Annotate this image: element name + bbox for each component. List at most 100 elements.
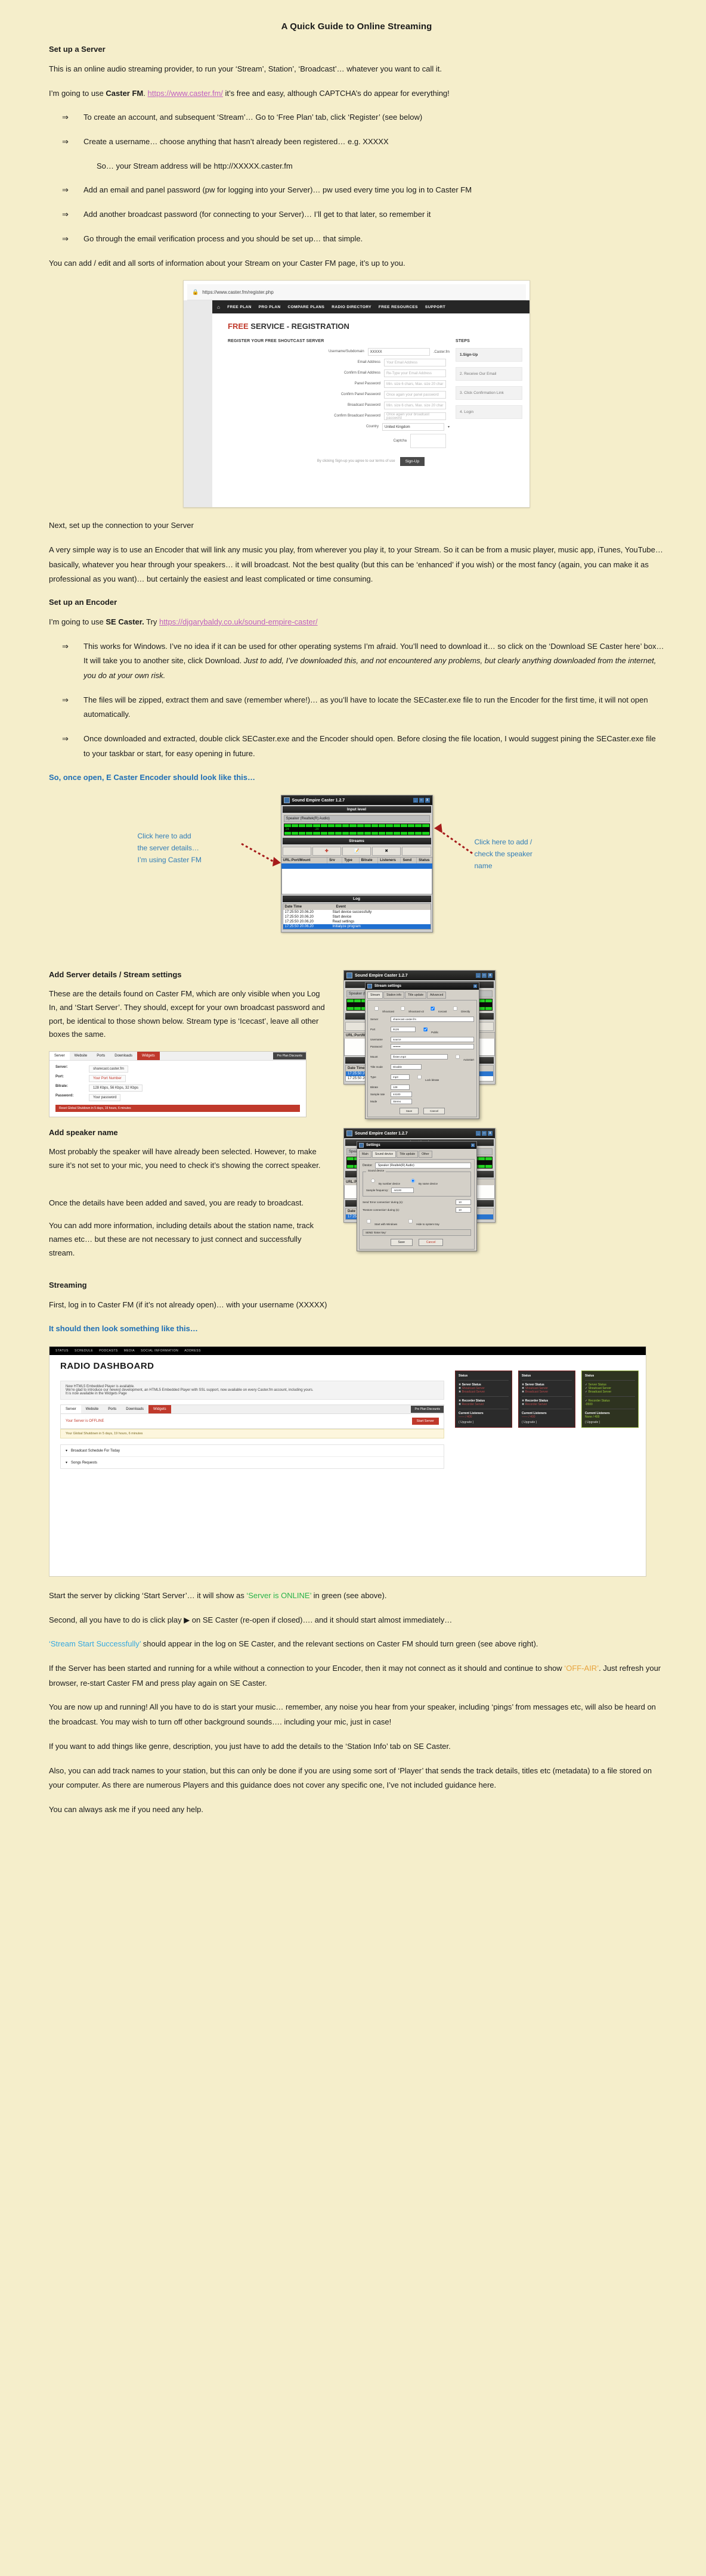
- tab-downloads[interactable]: Downloads: [121, 1405, 148, 1413]
- checkbox-lock-bitrate[interactable]: Lock bitrate: [413, 1071, 439, 1083]
- radio-by-number-input[interactable]: [371, 1179, 375, 1183]
- delete-stream-button[interactable]: ✖: [372, 847, 401, 856]
- type-select[interactable]: mp3: [391, 1074, 410, 1080]
- stream-type-checkboxes[interactable]: Shoutcast Shoutcast v2 Icecast Directly: [370, 1003, 474, 1014]
- dialog-buttons[interactable]: Save Cancel: [363, 1239, 471, 1247]
- tab-widgets[interactable]: Widgets: [137, 1052, 160, 1061]
- start-server-button[interactable]: Start Server: [411, 1418, 439, 1425]
- close-icon[interactable]: X: [488, 973, 493, 978]
- edit-stream-button[interactable]: 📝: [342, 847, 371, 856]
- card-upgrade-link[interactable]: ( Upgrade ): [522, 1421, 572, 1424]
- radio-by-number[interactable]: By number device: [366, 1175, 400, 1185]
- topnav-social-information[interactable]: SOCIAL INFORMATION: [141, 1349, 178, 1353]
- radio-by-name[interactable]: By name device: [406, 1175, 438, 1185]
- tab-title-update[interactable]: Title update: [405, 992, 427, 999]
- minimize-icon[interactable]: _: [476, 973, 481, 978]
- tab-server[interactable]: Server: [49, 1052, 70, 1061]
- casterfm-link[interactable]: https://www.caster.fm/: [147, 89, 222, 98]
- topnav-address[interactable]: ADDRESS: [184, 1349, 201, 1353]
- confirm-broadcast-password-input[interactable]: Once again your broadcast password: [384, 412, 446, 421]
- confirm-email-input[interactable]: Re-Type your Email Address: [384, 369, 446, 378]
- expander-broadcast-schedule[interactable]: ▾ Broadcast Schedule For Today: [61, 1445, 444, 1457]
- expander-songs-requests[interactable]: ▾ Songs Requests: [61, 1457, 444, 1468]
- add-stream-button[interactable]: ✚: [312, 847, 341, 856]
- bitrate-select[interactable]: 128: [391, 1085, 410, 1090]
- card-upgrade-link[interactable]: ( Upgrade ): [585, 1421, 635, 1424]
- log-row[interactable]: 17:25:50 20.06.20 Initialyze program: [283, 924, 431, 930]
- close-icon[interactable]: X: [425, 798, 430, 803]
- streams-selected-row[interactable]: [281, 863, 432, 869]
- dashboard-topnav[interactable]: STATUS SCHEDULE PODCASTS MEDIA SOCIAL IN…: [49, 1347, 646, 1355]
- tab-website[interactable]: Website: [81, 1405, 104, 1413]
- window-buttons[interactable]: _ □ X: [413, 798, 430, 803]
- tab-ports[interactable]: Ports: [92, 1052, 110, 1060]
- checkbox-directly-input[interactable]: [453, 1006, 458, 1011]
- tab-downloads[interactable]: Downloads: [110, 1052, 137, 1060]
- checkbox-public-input[interactable]: [423, 1027, 428, 1031]
- checkbox-start-with-windows[interactable]: Start with Windows: [363, 1216, 397, 1227]
- tab-stream[interactable]: Stream: [367, 992, 383, 999]
- checkbox-shoutcast-v2[interactable]: Shoutcast v2: [397, 1003, 424, 1014]
- device-display[interactable]: Speaker (Realtek(R) Audio): [283, 815, 430, 823]
- nav-free-plan[interactable]: FREE PLAN: [227, 305, 251, 309]
- home-icon[interactable]: ⌂: [217, 304, 220, 310]
- cancel-button[interactable]: Cancel: [423, 1108, 445, 1115]
- mode-select[interactable]: Stereo: [391, 1099, 412, 1105]
- pro-plan-discounts-button[interactable]: Pro Plan Discounts: [273, 1052, 306, 1060]
- save-button[interactable]: Save: [399, 1108, 419, 1115]
- se-caster-window[interactable]: Sound Empire Caster 1.2.7 _ □ X Input le…: [280, 795, 433, 933]
- nav-radio-directory[interactable]: RADIO DIRECTORY: [332, 305, 371, 309]
- username-input[interactable]: source: [391, 1037, 474, 1043]
- startup-options[interactable]: Start with Windows Hide to system tray: [363, 1216, 471, 1227]
- checkbox-start-with-windows-input[interactable]: [367, 1219, 371, 1223]
- checkbox-directly[interactable]: Directly: [449, 1003, 470, 1014]
- dialog-window-buttons[interactable]: X: [473, 984, 477, 989]
- maximize-icon[interactable]: □: [482, 973, 487, 978]
- save-button[interactable]: Save: [390, 1239, 413, 1247]
- tab-advanced[interactable]: Advanced: [427, 992, 447, 999]
- send-enter-key-row[interactable]: SEND 'Enter key': [363, 1229, 471, 1236]
- card-upgrade-link[interactable]: ( Upgrade ): [459, 1421, 509, 1424]
- dashboard-tabs[interactable]: Server Website Ports Downloads Widgets P…: [60, 1404, 444, 1414]
- site-nav[interactable]: ⌂ FREE PLAN PRO PLAN COMPARE PLANS RADIO…: [212, 300, 530, 314]
- radio-by-name-input[interactable]: [411, 1179, 415, 1183]
- checkbox-autostart-input[interactable]: [456, 1055, 460, 1059]
- minimize-icon[interactable]: _: [413, 798, 418, 803]
- dialog-tabs[interactable]: Stream Station info Title update Advance…: [366, 990, 479, 999]
- topnav-status[interactable]: STATUS: [55, 1349, 69, 1353]
- tab-ports[interactable]: Ports: [103, 1405, 121, 1413]
- mount-input[interactable]: /listen.mp3: [391, 1054, 448, 1060]
- send-error-input[interactable]: 10: [456, 1200, 471, 1205]
- panel-password-input[interactable]: Min. size 6 chars, Max. size 20 char: [384, 380, 446, 389]
- confirm-panel-password-input[interactable]: Once again your panel password: [384, 391, 446, 399]
- se-caster-link[interactable]: https://djgarybaldy.co.uk/sound-empire-c…: [159, 617, 318, 626]
- close-icon[interactable]: X: [471, 1143, 475, 1148]
- tab-main[interactable]: Main: [359, 1151, 371, 1158]
- tab-widgets[interactable]: Widgets: [148, 1405, 171, 1413]
- dialog-buttons[interactable]: Save Cancel: [370, 1108, 474, 1115]
- tab-station-info[interactable]: Station info: [383, 992, 405, 999]
- topnav-schedule[interactable]: SCHEDULE: [75, 1349, 93, 1353]
- topnav-podcasts[interactable]: PODCASTS: [99, 1349, 118, 1353]
- server-input[interactable]: sharecast.caster.fm: [391, 1017, 474, 1023]
- maximize-icon[interactable]: □: [482, 1131, 487, 1136]
- close-icon[interactable]: X: [473, 984, 477, 989]
- nav-free-resources[interactable]: FREE RESOURCES: [379, 305, 418, 309]
- checkbox-autostart[interactable]: Autostart: [451, 1051, 474, 1062]
- checkbox-shoutcast-v2-input[interactable]: [401, 1006, 405, 1011]
- captcha-widget[interactable]: [410, 434, 446, 449]
- signup-button[interactable]: Sign-Up: [400, 457, 425, 467]
- checkbox-lock-bitrate-input[interactable]: [417, 1075, 422, 1079]
- checkbox-shoutcast-input[interactable]: [374, 1006, 379, 1011]
- nav-pro-plan[interactable]: PRO PLAN: [259, 305, 281, 309]
- sample-rate-select[interactable]: 44100: [391, 1092, 412, 1098]
- username-input[interactable]: XXXXX: [367, 348, 430, 356]
- streams-table-body[interactable]: [281, 869, 432, 895]
- broadcast-password-input[interactable]: Min. size 6 chars, Max. size 20 char: [384, 402, 446, 410]
- tab-title-update[interactable]: Title update: [397, 1151, 419, 1158]
- nav-compare-plans[interactable]: COMPARE PLANS: [287, 305, 324, 309]
- checkbox-icecast-input[interactable]: [431, 1006, 435, 1011]
- country-select[interactable]: United Kingdom: [382, 423, 444, 431]
- topnav-media[interactable]: MEDIA: [124, 1349, 135, 1353]
- stream-settings-dialog[interactable]: Stream settings X Stream Station info Ti…: [365, 982, 479, 1120]
